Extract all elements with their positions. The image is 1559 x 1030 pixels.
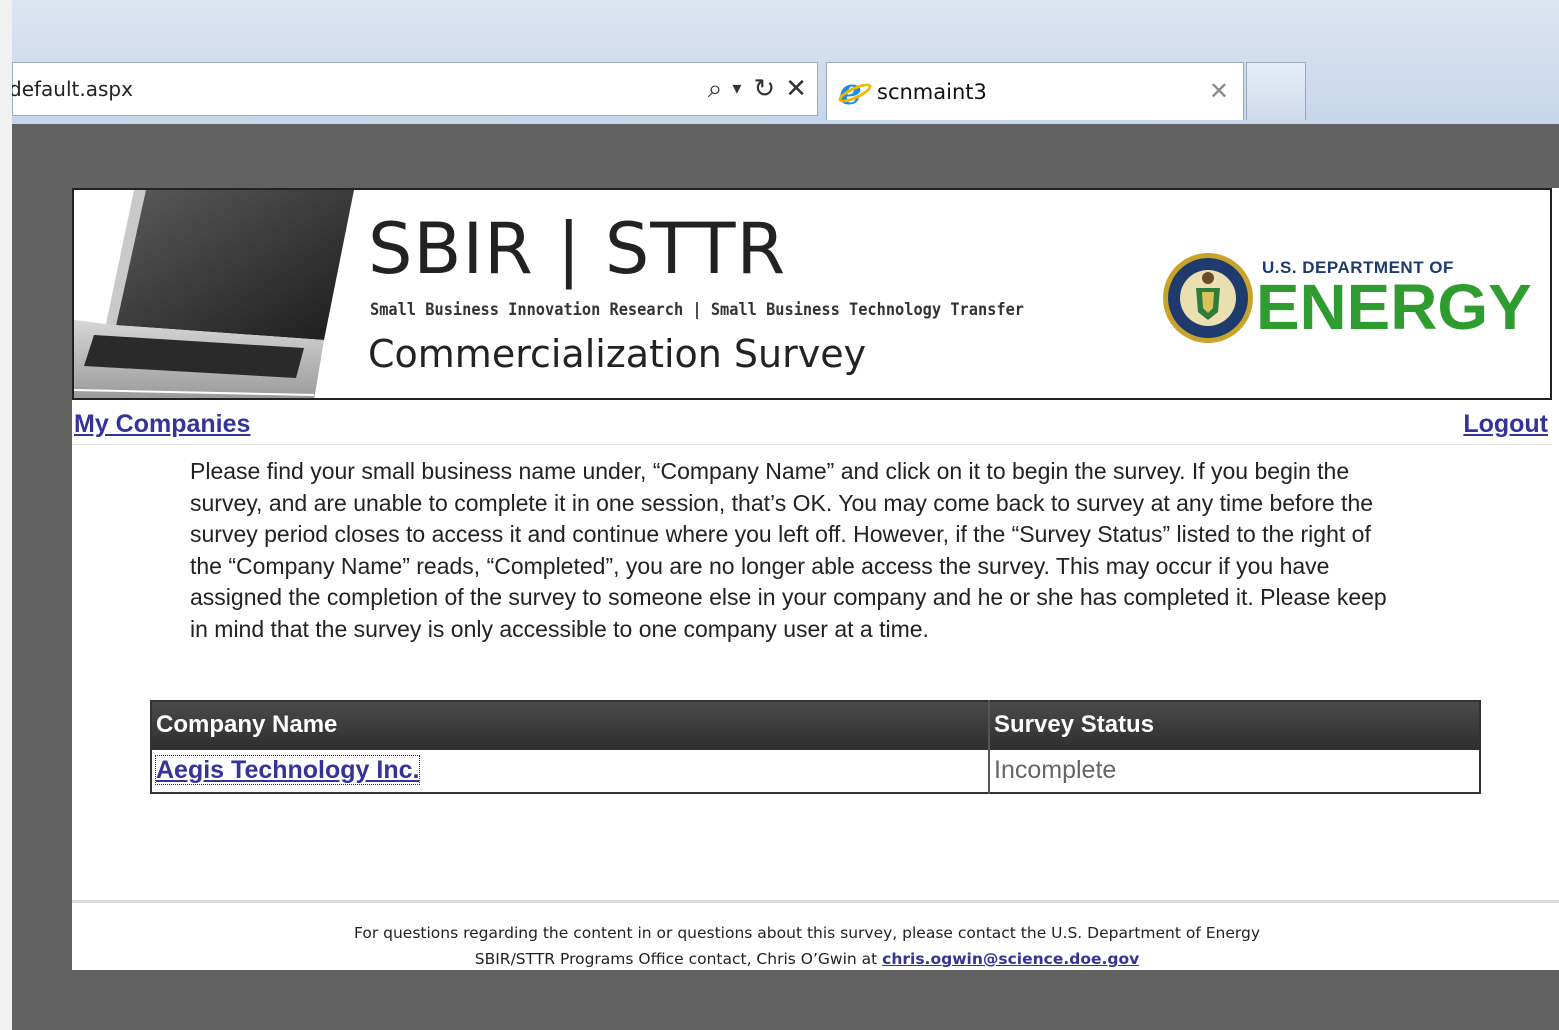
search-icon[interactable]: ⌕ xyxy=(708,76,723,102)
contact-email-link[interactable]: chris.ogwin@science.doe.gov xyxy=(882,950,1139,968)
company-cell: Aegis Technology Inc. xyxy=(151,748,989,793)
internet-explorer-icon: e xyxy=(836,71,874,113)
browser-chrome: default.aspx ⌕ ▾ ↻ ✕ e scnmaint3 ✕ xyxy=(0,0,1559,124)
dropdown-icon[interactable]: ▾ xyxy=(732,80,741,98)
footer-divider xyxy=(72,900,1559,903)
tab-title: scnmaint3 xyxy=(877,79,987,104)
survey-title: Commercialization Survey xyxy=(368,332,867,376)
browser-tab[interactable]: e scnmaint3 ✕ xyxy=(826,62,1244,120)
table-row: Aegis Technology Inc. Incomplete xyxy=(151,748,1480,793)
footer-line-1: For questions regarding the content in o… xyxy=(354,924,1260,942)
nav-divider xyxy=(72,444,1552,445)
close-tab-icon[interactable]: ✕ xyxy=(1209,77,1229,106)
company-name-header: Company Name xyxy=(151,701,989,749)
doe-energy-label: ENERGY xyxy=(1256,271,1532,343)
stop-icon[interactable]: ✕ xyxy=(785,76,807,102)
window-edge xyxy=(0,0,12,1030)
header-banner: SBIR | STTR Small Business Innovation Re… xyxy=(72,188,1552,400)
table-header-row: Company Name Survey Status xyxy=(151,701,1480,749)
status-cell: Incomplete xyxy=(988,748,1480,793)
new-tab-button[interactable] xyxy=(1246,62,1306,120)
footer-line-2: SBIR/STTR Programs Office contact, Chris… xyxy=(72,946,1542,972)
page-content: SBIR | STTR Small Business Innovation Re… xyxy=(72,188,1559,970)
address-bar[interactable]: default.aspx ⌕ ▾ ↻ ✕ xyxy=(9,62,818,116)
banner-title: SBIR | STTR xyxy=(368,208,787,290)
companies-table: Company Name Survey Status Aegis Technol… xyxy=(150,700,1481,794)
doe-seal-icon xyxy=(1163,253,1253,343)
logout-link[interactable]: Logout xyxy=(1463,410,1548,439)
footer-contact-text: SBIR/STTR Programs Office contact, Chris… xyxy=(474,950,878,968)
company-link[interactable]: Aegis Technology Inc. xyxy=(154,755,421,786)
footer: For questions regarding the content in o… xyxy=(72,920,1542,972)
instructions-text: Please find your small business name und… xyxy=(190,458,1387,642)
survey-status-header: Survey Status xyxy=(988,701,1480,749)
refresh-icon[interactable]: ↻ xyxy=(753,76,775,102)
address-text[interactable]: default.aspx xyxy=(9,77,708,101)
banner-subtitle: Small Business Innovation Research | Sma… xyxy=(370,300,1025,320)
laptop-image xyxy=(74,190,354,398)
my-companies-link[interactable]: My Companies xyxy=(74,410,250,439)
